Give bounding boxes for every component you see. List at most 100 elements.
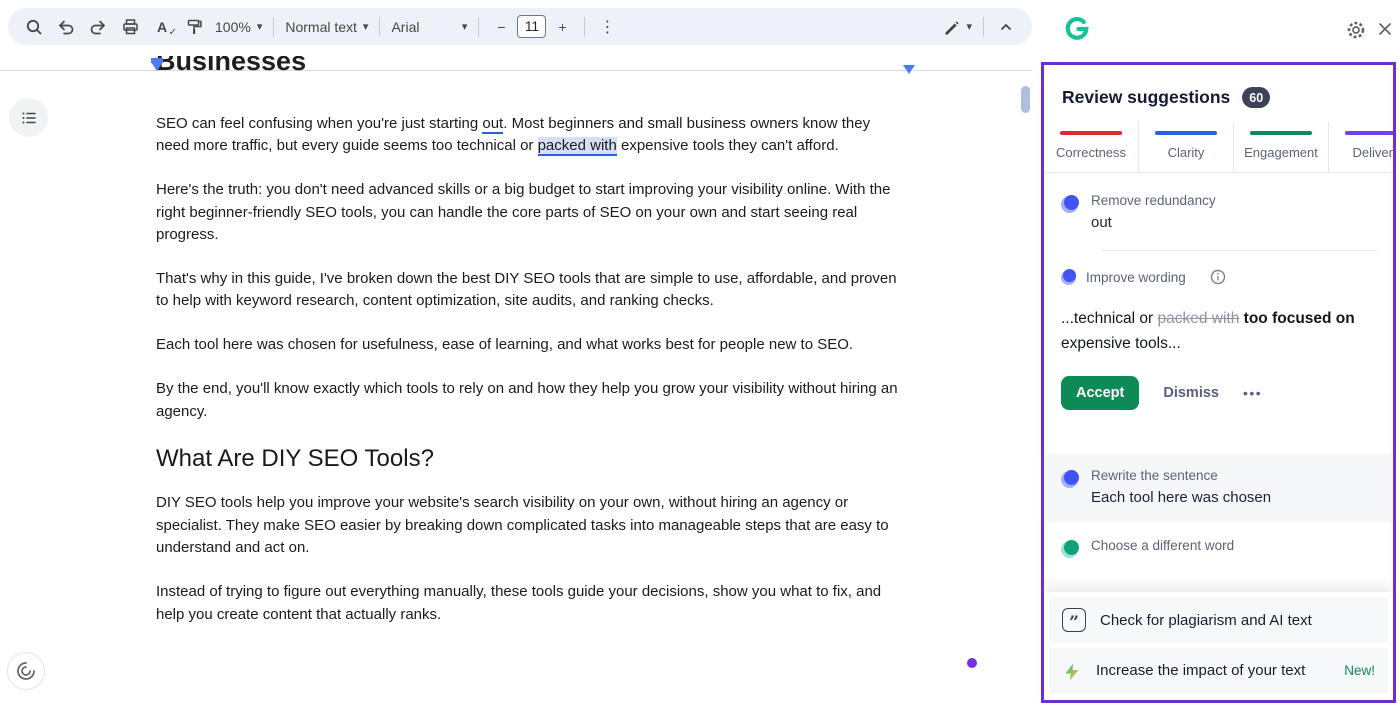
increase-impact-button[interactable]: Increase the impact of your text New! — [1049, 648, 1388, 694]
paragraph-text: expensive tools they can't afford. — [617, 137, 839, 154]
accept-button[interactable]: Accept — [1061, 376, 1139, 410]
show-outline-button[interactable] — [9, 98, 48, 137]
chevron-down-icon: ▾ — [966, 20, 972, 33]
suggestion-category: Rewrite the sentence — [1091, 468, 1271, 483]
impact-label: Increase the impact of your text — [1096, 659, 1308, 683]
plus-icon: + — [558, 19, 566, 35]
section-heading[interactable]: What Are DIY SEO Tools? — [156, 448, 902, 470]
tab-label: Clarity — [1168, 145, 1205, 160]
editing-mode-select[interactable]: ▾ — [937, 12, 977, 42]
paragraph[interactable]: DIY SEO tools help you improve your webs… — [156, 492, 902, 559]
paragraph[interactable]: That's why in this guide, I've broken do… — [156, 268, 902, 313]
grammarly-inline-indicator[interactable] — [967, 658, 977, 668]
tab-delivery[interactable]: Delivery — [1329, 122, 1393, 172]
active-suggestion-highlight[interactable]: packed with — [538, 137, 617, 156]
toolbar-divider — [379, 17, 380, 37]
font-family-value: Arial — [391, 19, 419, 35]
tab-correctness[interactable]: Correctness — [1044, 122, 1139, 172]
suggestion-category: Choose a different word — [1091, 538, 1234, 553]
font-family-select[interactable]: Arial ▾ — [386, 12, 472, 42]
tab-label: Engagement — [1244, 145, 1318, 160]
suggestion-card-improve-wording: Improve wording ...technical or packed w… — [1044, 251, 1393, 430]
tab-delivery-bar — [1345, 131, 1393, 135]
zoom-select[interactable]: 100% ▾ — [210, 12, 267, 42]
chevron-down-icon: ▾ — [363, 20, 369, 33]
paragraph[interactable]: By the end, you'll know exactly which to… — [156, 378, 902, 423]
new-badge: New! — [1344, 663, 1375, 678]
document-heading-clipped[interactable]: Businesses — [156, 56, 306, 84]
hide-menus-button[interactable] — [990, 12, 1022, 42]
decrease-font-size-button[interactable]: − — [485, 12, 517, 42]
close-sidebar-button[interactable] — [1378, 22, 1392, 41]
font-size-value: 11 — [525, 19, 539, 34]
panel-title: Review suggestions — [1062, 87, 1230, 108]
increase-font-size-button[interactable]: + — [546, 12, 578, 42]
more-options-button[interactable]: ••• — [1243, 385, 1262, 401]
tab-engagement[interactable]: Engagement — [1234, 122, 1329, 172]
chevron-down-icon: ▾ — [462, 20, 468, 33]
suggestion-tabs: Correctness Clarity Engagement Delivery — [1044, 122, 1393, 173]
toolbar-divider — [273, 17, 274, 37]
suggestion-card-remove-redundancy[interactable]: Remove redundancy out — [1044, 173, 1393, 250]
search-button[interactable] — [18, 12, 50, 42]
pen-icon — [942, 18, 960, 36]
assistant-widget-button[interactable] — [7, 652, 45, 690]
font-size-input[interactable]: 11 — [517, 15, 546, 38]
minus-icon: − — [497, 19, 505, 35]
suggestion-card-rewrite-sentence[interactable]: Rewrite the sentence Each tool here was … — [1044, 454, 1393, 522]
spellcheck-button[interactable]: A✓ — [146, 12, 178, 42]
paint-format-button[interactable] — [178, 12, 210, 42]
chevron-down-icon: ▾ — [257, 20, 263, 33]
redo-button[interactable] — [82, 12, 114, 42]
settings-button[interactable] — [1346, 20, 1366, 45]
google-docs-window: A✓ 100% ▾ Normal text ▾ Arial ▾ − 11 + — [0, 0, 1399, 705]
paragraph-style-value: Normal text — [285, 19, 357, 35]
replacement-text: too focused on — [1239, 310, 1354, 327]
gear-icon — [1346, 20, 1366, 40]
panel-footer: ” Check for plagiarism and AI text Incre… — [1044, 592, 1393, 700]
tab-clarity-bar — [1155, 131, 1217, 135]
tab-label: Correctness — [1056, 145, 1126, 160]
paragraph[interactable]: Here's the truth: you don't need advance… — [156, 179, 902, 246]
clarity-dot-icon — [1061, 196, 1078, 213]
suggestion-category: Improve wording — [1086, 270, 1186, 285]
undo-icon — [57, 18, 75, 36]
dismiss-button[interactable]: Dismiss — [1163, 385, 1219, 401]
paragraph[interactable]: SEO can feel confusing when you're just … — [156, 113, 902, 158]
lightning-icon — [1062, 662, 1082, 682]
panel-header: Review suggestions 60 — [1044, 65, 1393, 122]
plagiarism-check-button[interactable]: ” Check for plagiarism and AI text — [1049, 597, 1388, 643]
chevron-up-icon — [998, 19, 1014, 35]
grammarly-panel: Review suggestions 60 Correctness Clarit… — [1041, 62, 1396, 703]
paragraph[interactable]: Instead of trying to figure out everythi… — [156, 581, 902, 626]
paragraph-style-select[interactable]: Normal text ▾ — [280, 12, 373, 42]
plagiarism-label: Check for plagiarism and AI text — [1100, 612, 1312, 629]
paint-format-icon — [185, 17, 204, 36]
suggestion-underline[interactable]: out — [482, 115, 503, 134]
indent-marker-left[interactable] — [151, 62, 163, 71]
suggestion-preview-text: ...technical or packed with too focused … — [1061, 306, 1376, 356]
engagement-dot-icon — [1061, 541, 1078, 558]
info-icon — [1210, 269, 1226, 285]
assistant-icon — [15, 660, 37, 682]
more-vertical-icon: ⋮ — [599, 17, 615, 37]
undo-button[interactable] — [50, 12, 82, 42]
suggestion-card-choose-word[interactable]: Choose a different word — [1044, 522, 1393, 577]
docs-toolbar: A✓ 100% ▾ Normal text ▾ Arial ▾ − 11 + — [8, 8, 1032, 45]
info-button[interactable] — [1210, 269, 1226, 285]
spellcheck-icon: A✓ — [153, 19, 171, 35]
print-icon — [121, 17, 140, 36]
tab-clarity[interactable]: Clarity — [1139, 122, 1234, 172]
toolbar-divider — [983, 17, 984, 37]
print-button[interactable] — [114, 12, 146, 42]
tab-engagement-bar — [1250, 131, 1312, 135]
suggestion-count-badge: 60 — [1242, 87, 1270, 108]
suggestion-category: Remove redundancy — [1091, 193, 1216, 208]
more-toolbar-options-button[interactable]: ⋮ — [591, 12, 623, 42]
toolbar-divider — [584, 17, 585, 37]
indent-marker-right[interactable] — [903, 65, 915, 74]
document-scrollbar[interactable] — [1021, 86, 1030, 113]
document-body[interactable]: SEO can feel confusing when you're just … — [156, 113, 902, 648]
paragraph[interactable]: Each tool here was chosen for usefulness… — [156, 334, 902, 356]
preview-text: ...technical or — [1061, 310, 1158, 327]
